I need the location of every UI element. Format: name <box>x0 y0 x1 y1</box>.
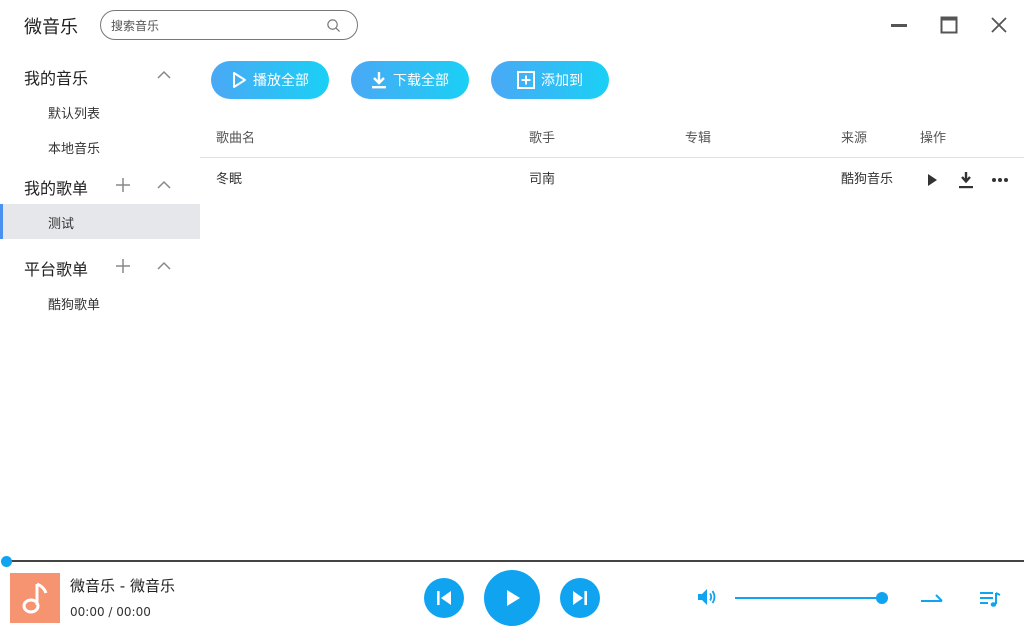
sidebar-item-kugou-playlist[interactable]: 酷狗歌单 <box>0 285 200 320</box>
song-title: 冬眠 <box>216 172 243 187</box>
download-all-button[interactable]: 下载全部 <box>351 61 469 99</box>
column-header-source: 来源 <box>841 131 868 146</box>
download-icon <box>372 72 386 89</box>
song-table-header: 歌曲名 歌手 专辑 来源 操作 <box>200 114 1024 158</box>
add-to-button[interactable]: 添加到 <box>491 61 609 99</box>
add-to-label: 添加到 <box>541 73 583 89</box>
play-mode-icon[interactable] <box>920 589 944 609</box>
playback-time: 00:00 / 00:00 <box>70 605 151 619</box>
search-box[interactable] <box>100 10 358 40</box>
group-my-music[interactable]: 我的音乐 <box>0 56 200 94</box>
minimize-icon[interactable] <box>886 12 912 38</box>
play-icon <box>507 590 520 606</box>
sidebar-item-test[interactable]: 测试 <box>0 204 200 239</box>
music-app: 微音乐 我的音乐 默认列表 本地音乐 我的歌单 测试 平台歌单 <box>0 0 1024 632</box>
play-pause-button[interactable] <box>484 570 540 626</box>
prev-icon <box>437 591 451 605</box>
column-header-artist: 歌手 <box>529 131 556 146</box>
sidebar: 我的音乐 默认列表 本地音乐 我的歌单 测试 平台歌单 酷狗歌单 <box>0 56 200 320</box>
sidebar-item-label: 本地音乐 <box>48 142 101 157</box>
app-title: 微音乐 <box>24 17 78 38</box>
chevron-up-icon[interactable] <box>155 176 173 194</box>
column-header-album: 专辑 <box>685 131 712 146</box>
column-header-song: 歌曲名 <box>216 131 256 146</box>
now-playing-title: 微音乐 - 微音乐 <box>70 577 175 595</box>
maximize-icon[interactable] <box>936 12 962 38</box>
group-title-platform-playlists: 平台歌单 <box>24 260 89 279</box>
row-download-icon[interactable] <box>956 170 976 190</box>
group-my-playlists[interactable]: 我的歌单 <box>0 166 200 204</box>
play-icon <box>233 72 246 88</box>
close-icon[interactable] <box>986 12 1012 38</box>
sidebar-item-label: 测试 <box>48 217 75 232</box>
sidebar-item-default-list[interactable]: 默认列表 <box>0 94 200 129</box>
sidebar-item-label: 酷狗歌单 <box>48 298 101 313</box>
row-play-icon[interactable] <box>922 170 942 190</box>
song-artist[interactable]: 司南 <box>529 168 555 187</box>
next-button[interactable] <box>560 578 600 618</box>
group-platform-playlists[interactable]: 平台歌单 <box>0 247 200 285</box>
chevron-up-icon[interactable] <box>155 257 173 275</box>
plus-icon[interactable] <box>114 257 132 275</box>
column-header-ops: 操作 <box>920 131 947 146</box>
volume-slider[interactable] <box>735 597 882 599</box>
volume-icon[interactable] <box>696 586 718 608</box>
download-all-label: 下载全部 <box>393 73 449 89</box>
progress-handle[interactable] <box>1 556 12 567</box>
sidebar-item-label: 默认列表 <box>48 107 101 122</box>
song-source: 酷狗音乐 <box>841 172 894 187</box>
previous-button[interactable] <box>424 578 464 618</box>
play-all-label: 播放全部 <box>253 73 309 89</box>
group-title-my-music: 我的音乐 <box>24 69 89 88</box>
add-box-icon <box>517 71 535 89</box>
table-row[interactable]: 冬眠 司南 酷狗音乐 <box>200 158 1024 198</box>
search-input[interactable] <box>111 17 311 35</box>
volume-handle[interactable] <box>876 592 888 604</box>
plus-icon[interactable] <box>114 176 132 194</box>
sidebar-item-local-music[interactable]: 本地音乐 <box>0 129 200 164</box>
album-cover[interactable] <box>10 573 60 623</box>
music-note-icon <box>22 582 48 614</box>
more-icon[interactable] <box>990 170 1010 190</box>
next-icon <box>573 591 587 605</box>
progress-track[interactable] <box>6 560 1024 562</box>
group-title-my-playlists: 我的歌单 <box>24 179 89 198</box>
playlist-icon[interactable] <box>978 588 1002 610</box>
search-icon[interactable] <box>326 18 341 33</box>
play-all-button[interactable]: 播放全部 <box>211 61 329 99</box>
chevron-up-icon[interactable] <box>155 66 173 84</box>
